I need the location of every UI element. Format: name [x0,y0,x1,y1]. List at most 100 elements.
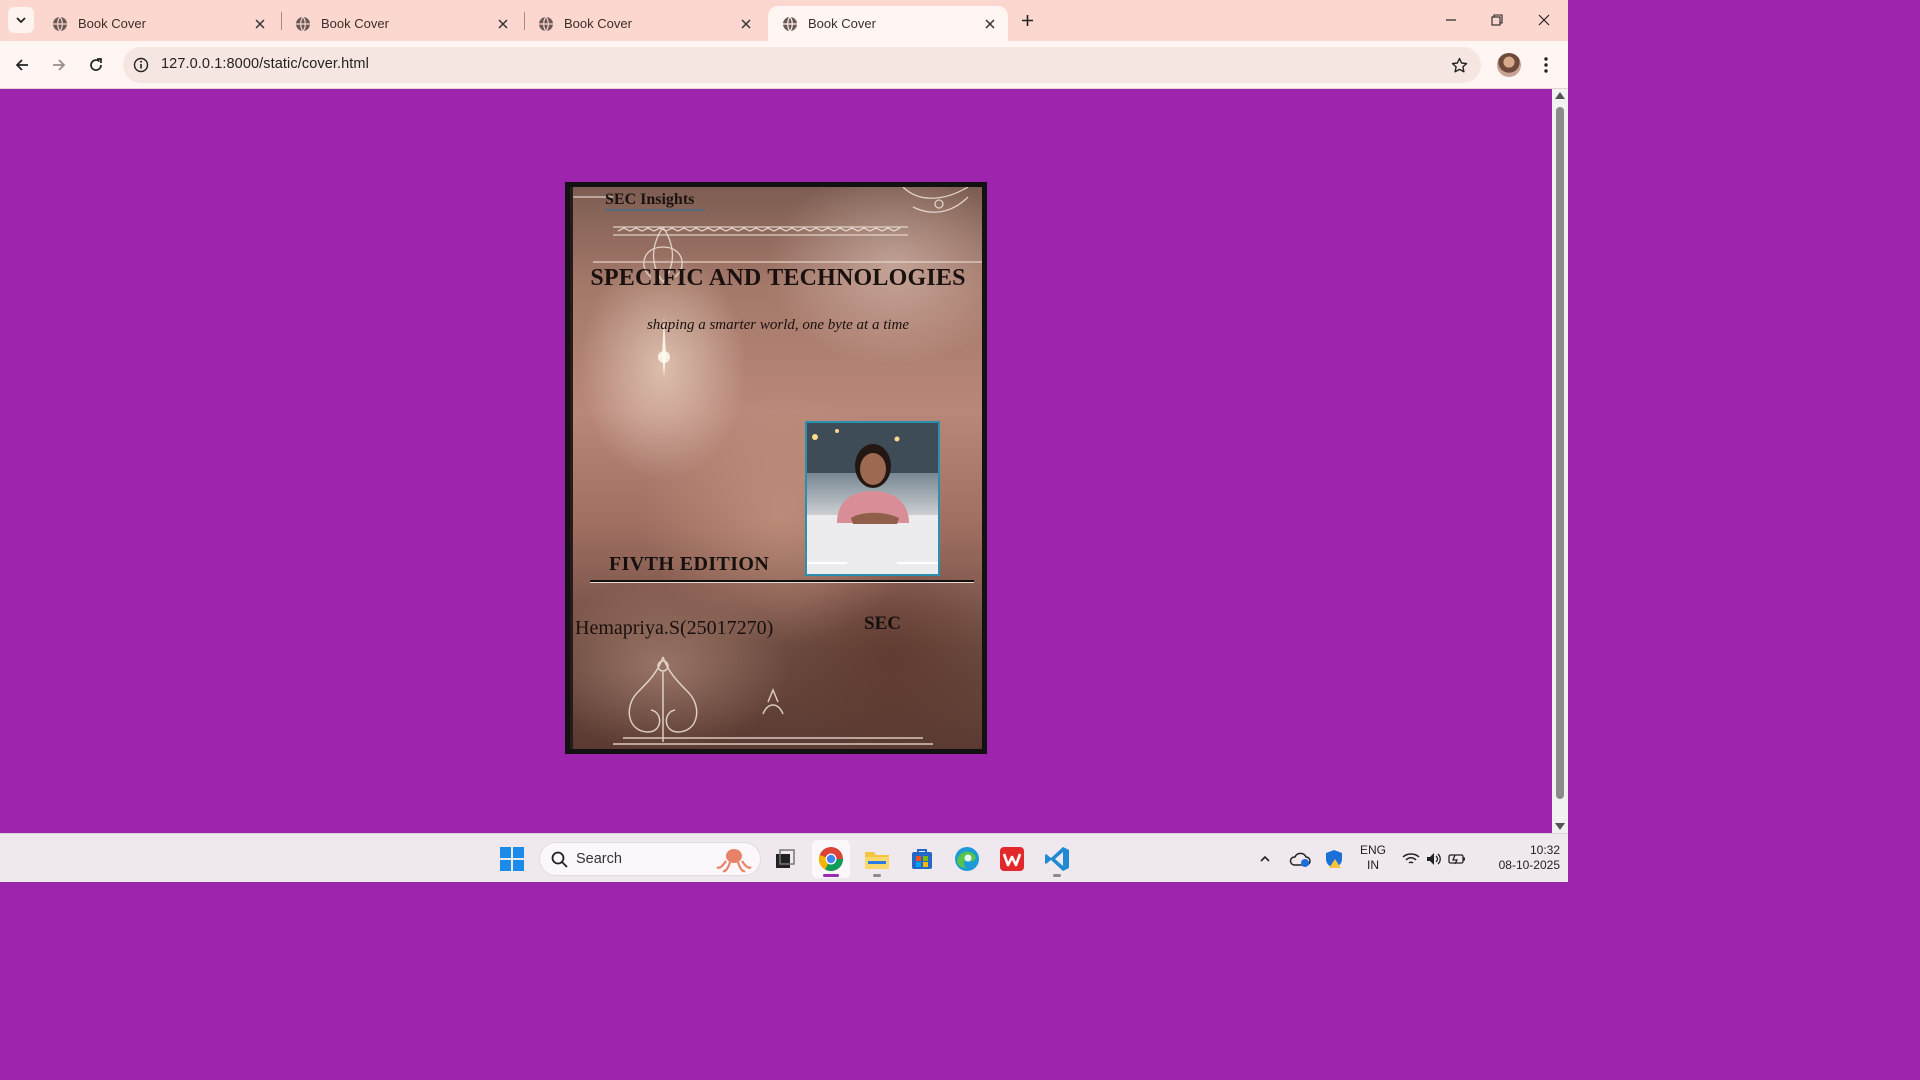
chevron-up-icon [1260,855,1270,862]
site-info-icon[interactable] [131,55,151,75]
language-indicator[interactable]: ENG IN [1356,843,1390,873]
new-tab-button[interactable] [1016,9,1038,31]
edge-icon [955,847,979,871]
bookmark-star-icon[interactable] [1449,55,1469,75]
tray-onedrive[interactable] [1284,840,1316,878]
tab-book-cover-active[interactable]: Book Cover [768,6,1008,41]
globe-icon [539,16,553,31]
reload-button[interactable] [82,51,110,79]
wps-icon [1000,847,1024,871]
taskbar-search[interactable]: Search [539,842,761,876]
close-icon [498,18,508,29]
cover-title: SPECIFIC AND TECHNOLOGIES [590,265,966,291]
taskbar-wps[interactable] [993,840,1031,878]
cover-edition: FIVTH EDITION [609,553,770,575]
running-indicator [1053,874,1061,877]
clock-date: 08-10-2025 [1498,858,1560,872]
close-icon [255,18,265,29]
taskbar-store[interactable] [903,840,941,878]
clock[interactable]: 10:32 08-10-2025 [1478,843,1560,873]
globe-icon [53,16,67,31]
arrow-right-icon [53,59,66,71]
running-indicator [873,874,881,877]
page-scrollbar[interactable] [1552,89,1568,833]
taskbar-vscode[interactable] [1038,840,1076,878]
cover-tagline: shaping a smarter world, one byte at a t… [646,317,910,333]
start-button[interactable] [493,840,531,878]
scrollbar-thumb[interactable] [1556,107,1564,799]
minimize-button[interactable] [1436,6,1466,34]
url-text[interactable]: 127.0.0.1:8000/static/cover.html [161,56,369,72]
back-button[interactable] [8,51,36,79]
tab-search-button[interactable] [8,7,34,33]
folder-icon [865,852,889,869]
language-code: ENG [1359,843,1386,857]
cover-divider [590,580,974,582]
language-region: IN [1367,858,1379,872]
browser-toolbar: 127.0.0.1:8000/static/cover.html [0,41,1568,89]
tray-overflow-button[interactable] [1250,840,1280,878]
tab-close-button[interactable] [493,14,513,34]
cover-organization: SEC [864,613,901,634]
close-window-button[interactable] [1529,6,1559,34]
more-vertical-icon [1544,57,1548,73]
author-photo [805,421,940,576]
taskbar-task-view[interactable] [766,840,804,878]
taskbar-search-label: Search [576,851,622,867]
chevron-down-icon [16,17,26,24]
book-cover: SEC Insights SPECIFIC AND TECHNOLOGIES s… [565,182,987,754]
clock-time: 10:32 [1529,843,1560,857]
chrome-icon [818,847,843,872]
wifi-icon [1402,853,1420,864]
forward-button[interactable] [45,51,73,79]
arrow-left-icon [15,59,28,71]
taskbar-edge[interactable] [948,840,986,878]
taskbar-chrome[interactable] [812,840,850,878]
octopus-icon [716,849,752,873]
tab-title: Book Cover [78,16,146,31]
cover-author: Hemapriya.S(25017270) [575,617,774,639]
search-icon [551,851,568,868]
taskbar-file-explorer[interactable] [858,840,896,878]
tab-title: Book Cover [321,16,389,31]
tab-close-button[interactable] [980,14,1000,34]
globe-icon [296,16,310,31]
ornament-bottom-icon [613,656,933,745]
tab-close-button[interactable] [250,14,270,34]
tab-title: Book Cover [564,16,632,31]
cover-background: SEC Insights SPECIFIC AND TECHNOLOGIES s… [570,187,982,749]
store-icon [912,849,932,869]
cover-publisher: SEC Insights [605,191,695,208]
shield-icon [1326,850,1342,868]
restore-button[interactable] [1482,6,1512,34]
active-indicator [823,874,839,877]
close-icon [985,18,995,29]
browser-menu-button[interactable] [1534,53,1558,77]
tray-security[interactable] [1318,840,1350,878]
tray-network-volume-battery[interactable] [1396,840,1472,878]
scroll-down-icon[interactable] [1555,823,1565,830]
minimize-icon [1446,19,1456,21]
address-bar[interactable]: 127.0.0.1:8000/static/cover.html [123,47,1481,83]
tab-book-cover-1[interactable]: Book Cover [38,6,278,41]
person-portrait-icon [807,423,938,574]
windows-taskbar: Search ENG IN 10:32 08-10-2025 [0,833,1568,882]
volume-icon [1427,853,1441,865]
cloud-icon [1289,852,1311,867]
tab-title: Book Cover [808,16,876,31]
battery-icon [1448,854,1465,865]
task-view-icon [776,849,795,868]
restore-icon [1491,14,1503,26]
plus-icon [1021,14,1033,26]
windows-logo-icon [500,847,524,871]
reload-icon [90,58,102,71]
tab-book-cover-3[interactable]: Book Cover [524,6,764,41]
tab-book-cover-2[interactable]: Book Cover [281,6,521,41]
close-icon [741,18,751,29]
vscode-icon [1045,847,1069,871]
scroll-up-icon[interactable] [1555,92,1565,99]
tab-strip: Book Cover Book Cover Book Cover Book Co… [0,0,1568,41]
profile-avatar[interactable] [1497,53,1521,77]
close-icon [1538,14,1550,26]
tab-close-button[interactable] [736,14,756,34]
